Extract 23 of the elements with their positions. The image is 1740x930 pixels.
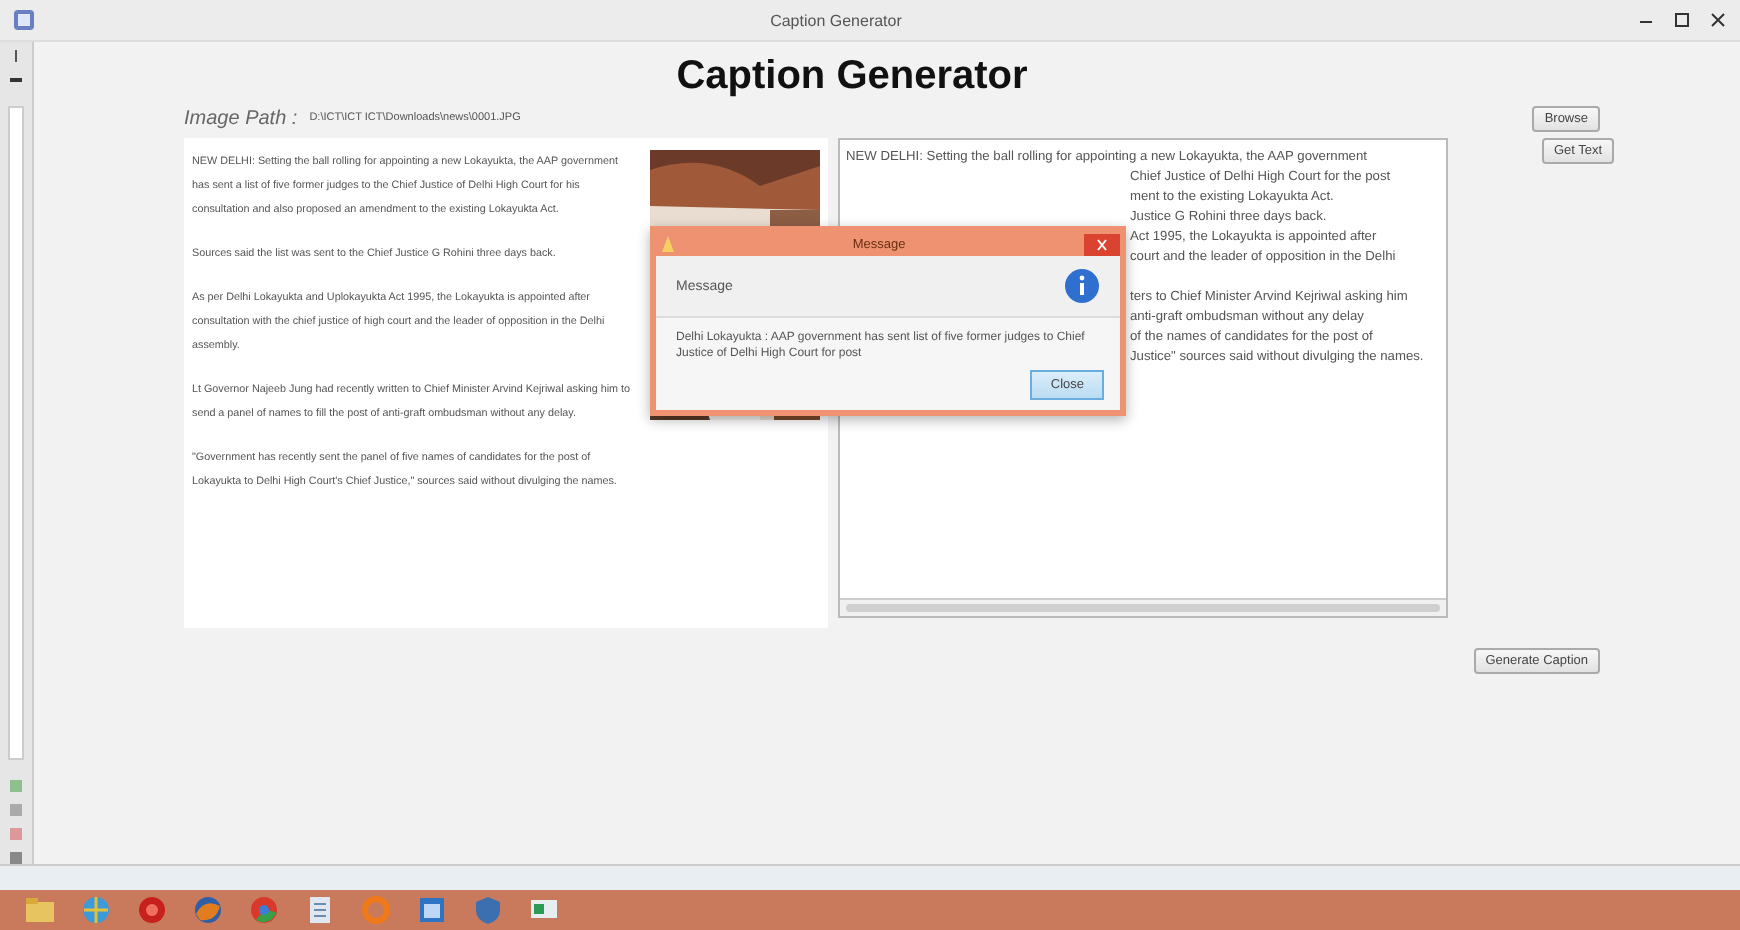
folder-icon[interactable] bbox=[24, 894, 56, 926]
app-icon bbox=[12, 8, 36, 32]
circle-icon[interactable] bbox=[136, 894, 168, 926]
document-icon[interactable] bbox=[304, 894, 336, 926]
square-icon[interactable] bbox=[10, 828, 22, 840]
square-icon[interactable] bbox=[10, 852, 22, 864]
square-icon[interactable] bbox=[10, 804, 22, 816]
square-icon[interactable] bbox=[10, 780, 22, 792]
scrollbar-thumb[interactable] bbox=[846, 604, 1440, 612]
info-icon bbox=[1064, 268, 1100, 304]
wheel-icon[interactable] bbox=[248, 894, 280, 926]
globe-icon[interactable] bbox=[80, 894, 112, 926]
shield-icon[interactable] bbox=[472, 894, 504, 926]
dash-icon[interactable] bbox=[10, 74, 22, 86]
window-title: Caption Generator bbox=[768, 11, 904, 29]
close-icon[interactable] bbox=[1708, 10, 1728, 30]
scrollbar-track[interactable] bbox=[8, 106, 24, 760]
ring-icon[interactable] bbox=[360, 894, 392, 926]
app-heading: Caption Generator bbox=[674, 54, 1030, 100]
window-icon[interactable] bbox=[416, 894, 448, 926]
warning-icon bbox=[662, 236, 674, 252]
maximize-icon[interactable] bbox=[1672, 10, 1692, 30]
image-path-label: Image Path : bbox=[184, 107, 298, 129]
